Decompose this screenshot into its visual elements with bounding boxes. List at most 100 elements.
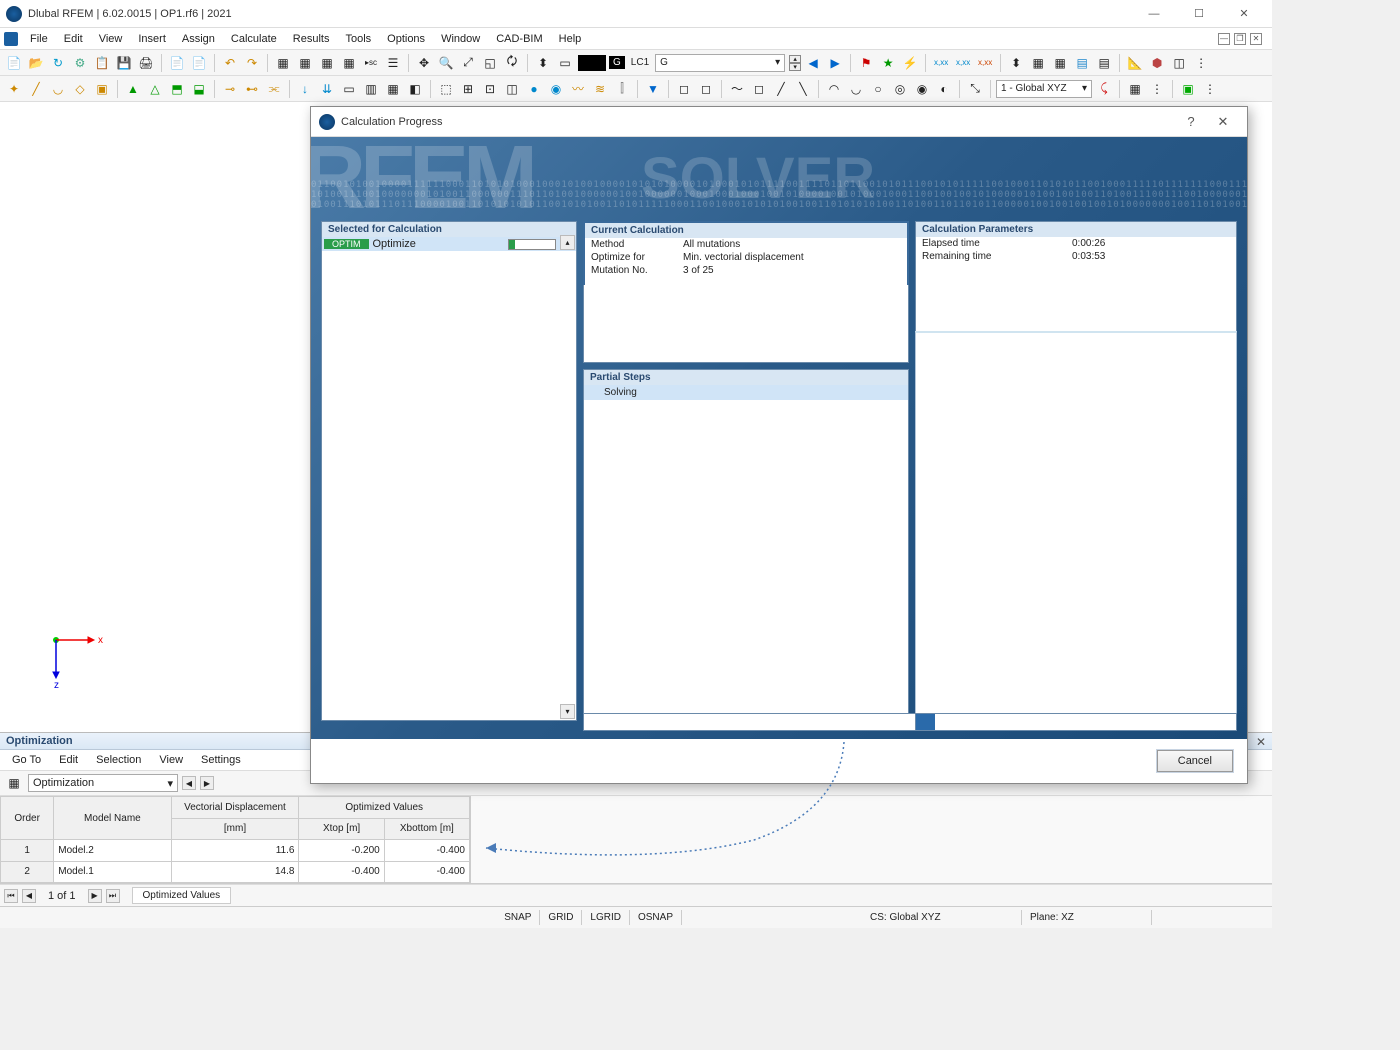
table4-icon[interactable]: ▦ [339,53,359,73]
prev-icon[interactable]: ◀ [803,53,823,73]
panel-menu-settings[interactable]: Settings [193,752,249,768]
d1-icon[interactable]: ◻ [674,79,694,99]
c3-icon[interactable]: ○ [868,79,888,99]
menu-window[interactable]: Window [433,31,488,47]
load3-icon[interactable]: ▭ [339,79,359,99]
slash2-icon[interactable]: ╲ [793,79,813,99]
spring-icon[interactable]: 〰 [568,79,588,99]
load5-icon[interactable]: ▦ [383,79,403,99]
hinge3-icon[interactable]: ⫘ [264,79,284,99]
window-icon[interactable]: ◫ [1169,53,1189,73]
mass2-icon[interactable]: ◉ [546,79,566,99]
sup1-icon[interactable]: ▲ [123,79,143,99]
menu-edit[interactable]: Edit [56,31,91,47]
calc2-icon[interactable]: ⚡ [900,53,920,73]
c4-icon[interactable]: ◎ [890,79,910,99]
lc-up[interactable]: ▴ [789,55,801,63]
scroll-down-button[interactable]: ▾ [560,704,575,719]
g2-icon[interactable]: ⋮ [1147,79,1167,99]
slash-icon[interactable]: ╱ [771,79,791,99]
loadcase-select[interactable]: G▾ [655,54,785,72]
spring2-icon[interactable]: ≋ [590,79,610,99]
mass1-icon[interactable]: ● [524,79,544,99]
more2-icon[interactable]: ⋮ [1200,79,1220,99]
calc-icon[interactable]: ★ [878,53,898,73]
zoom-icon[interactable]: 🔍 [436,53,456,73]
table3-icon[interactable]: ▦ [317,53,337,73]
mdi-close[interactable]: ✕ [1250,33,1262,45]
grid2-icon[interactable]: ▦ [1050,53,1070,73]
layer2-icon[interactable]: ▤ [1094,53,1114,73]
sup2-icon[interactable]: △ [145,79,165,99]
zoomwin-icon[interactable]: ◱ [480,53,500,73]
c2-icon[interactable]: ◡ [846,79,866,99]
panel-menu-selection[interactable]: Selection [88,752,149,768]
doc1-icon[interactable]: 📄 [167,53,187,73]
gear-icon[interactable]: ⚙ [70,53,90,73]
disp-icon[interactable]: ⬍ [1006,53,1026,73]
nav-tab-optimized[interactable]: Optimized Values [132,887,232,904]
solid-icon[interactable]: ▣ [92,79,112,99]
panel-menu-goto[interactable]: Go To [4,752,49,768]
dialog-close-button[interactable]: ✕ [1207,114,1239,130]
view2-icon[interactable]: ▭ [555,53,575,73]
panel-menu-view[interactable]: View [151,752,191,768]
scroll-up-button[interactable]: ▴ [560,235,575,250]
wave-icon[interactable]: 〜 [727,79,747,99]
axis-icon[interactable]: ⤡ [965,79,985,99]
rotate-icon[interactable]: 🗘 [502,53,522,73]
table2-icon[interactable]: ▦ [295,53,315,73]
undo-icon[interactable]: ↶ [220,53,240,73]
save-icon[interactable]: 💾 [114,53,134,73]
menu-tools[interactable]: Tools [337,31,379,47]
panel-table-icon[interactable]: ▦ [4,773,24,793]
minimize-button[interactable]: ― [1132,0,1176,28]
mesh3-icon[interactable]: ⊡ [480,79,500,99]
mesh1-icon[interactable]: ⬚ [436,79,456,99]
nav-last[interactable]: ⏭ [106,889,120,903]
layer-icon[interactable]: ▤ [1072,53,1092,73]
color-icon[interactable]: ▣ [1178,79,1198,99]
menu-help[interactable]: Help [551,31,590,47]
dialog-title-bar[interactable]: Calculation Progress ? ✕ [311,107,1247,137]
res3-icon[interactable]: x,xx [975,53,995,73]
maximize-button[interactable]: ☐ [1177,0,1221,28]
damper-icon[interactable]: ⫿ [612,79,632,99]
c6-icon[interactable]: ◐ [934,79,954,99]
optimization-select[interactable]: Optimization▾ [28,774,178,792]
nav-prev[interactable]: ◀ [22,889,36,903]
ruler-icon[interactable]: 📐 [1125,53,1145,73]
doc2-icon[interactable]: 📄 [189,53,209,73]
coord-system-select[interactable]: 1 - Global XYZ▾ [996,80,1092,98]
status-lgrid[interactable]: LGRID [582,910,630,925]
close-button[interactable]: ✕ [1222,0,1266,28]
open-icon[interactable]: 📂 [26,53,46,73]
new-icon[interactable]: 📄 [4,53,24,73]
mesh4-icon[interactable]: ◫ [502,79,522,99]
lc-dn[interactable]: ▾ [789,63,801,71]
menu-view[interactable]: View [91,31,131,47]
mdi-minimize[interactable]: ― [1218,33,1230,45]
menu-insert[interactable]: Insert [130,31,174,47]
opt-next[interactable]: ▶ [200,776,214,790]
opt-prev[interactable]: ◀ [182,776,196,790]
cube-icon[interactable]: ⬢ [1147,53,1167,73]
d3-icon[interactable]: ◻ [749,79,769,99]
d2-icon[interactable]: ◻ [696,79,716,99]
pan-icon[interactable]: ✥ [414,53,434,73]
more-icon[interactable]: ⋮ [1191,53,1211,73]
calc-item-optimize[interactable]: OPTIM Optimize [322,237,576,251]
c1-icon[interactable]: ◠ [824,79,844,99]
load4-icon[interactable]: ▥ [361,79,381,99]
load6-icon[interactable]: ◧ [405,79,425,99]
panel-menu-edit[interactable]: Edit [51,752,86,768]
view1-icon[interactable]: ⬍ [533,53,553,73]
nav-first[interactable]: ⏮ [4,889,18,903]
script-icon[interactable]: ▸sc [361,53,381,73]
menu-cadbim[interactable]: CAD-BIM [488,31,550,47]
dialog-help-button[interactable]: ? [1175,114,1207,129]
c5-icon[interactable]: ◉ [912,79,932,99]
optimization-table[interactable]: Order Model Name Vectorial Displacement … [0,796,470,883]
list-icon[interactable]: ☰ [383,53,403,73]
table1-icon[interactable]: ▦ [273,53,293,73]
